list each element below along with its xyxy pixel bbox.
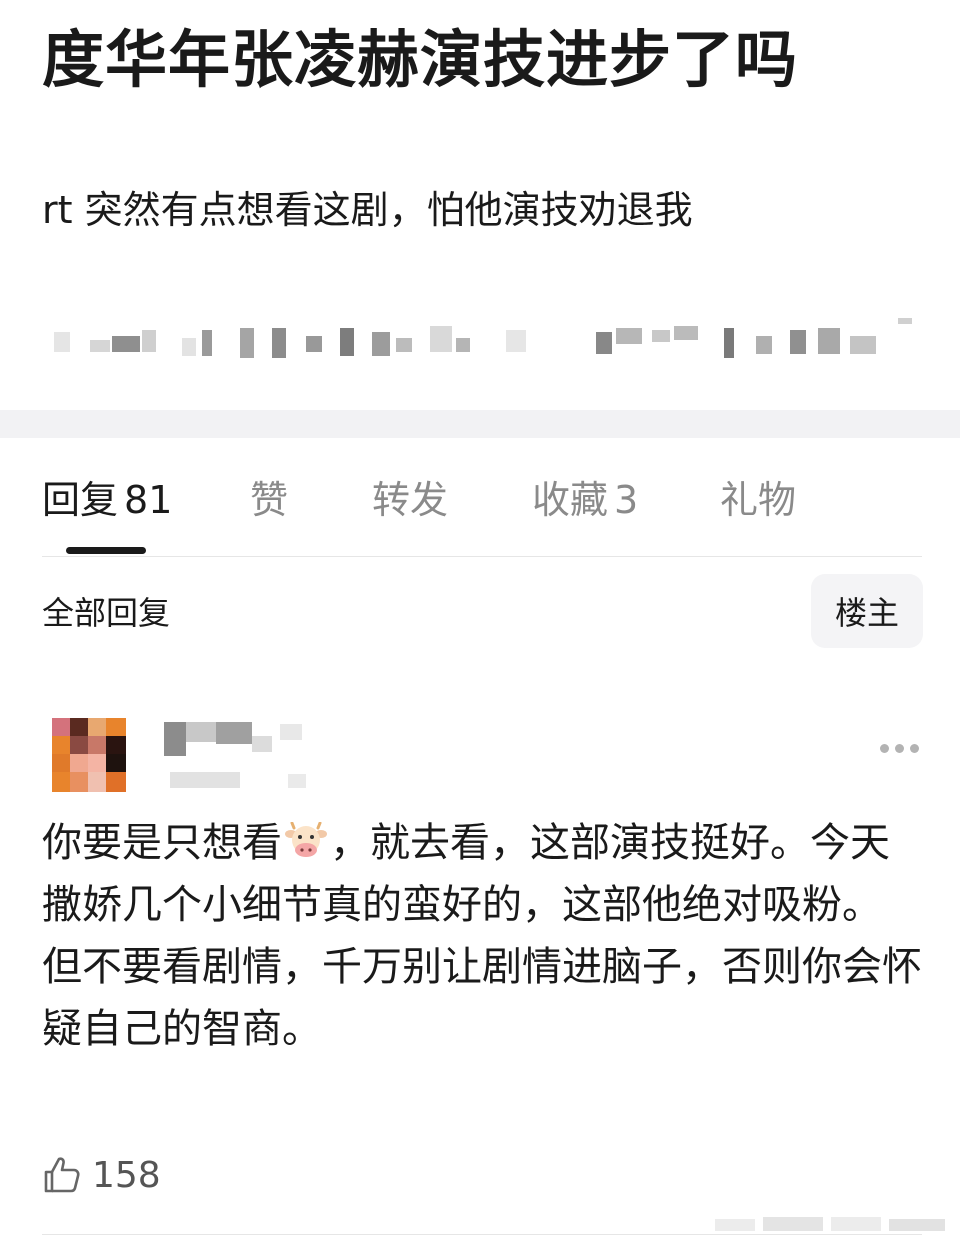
all-replies-label: 全部回复	[42, 594, 171, 632]
tab-reposts-label: 转发	[372, 478, 449, 522]
reply-content: 你要是只想看 ，就去看，这部演技挺好。今天撒娇几个小细节真的蛮好的，这部他绝对吸…	[42, 812, 922, 1060]
thumbs-up-icon	[44, 1157, 80, 1193]
tab-gifts-label: 礼物	[720, 478, 797, 522]
reply-paragraph: 你要是只想看 ，就去看，这部演技挺好。今天撒娇几个小细节真的蛮好的，这部他绝对吸…	[42, 812, 922, 936]
redacted-post-meta	[50, 318, 920, 366]
reply-paragraph: 但不要看剧情，千万别让剧情进脑子，否则你会怀疑自己的智商。	[42, 944, 922, 1052]
tab-replies-count: 81	[124, 478, 173, 522]
tab-likes[interactable]: 赞	[250, 470, 288, 530]
tab-reposts[interactable]: 转发	[372, 470, 448, 530]
avatar[interactable]	[52, 718, 126, 792]
tab-favorites-label: 收藏	[532, 478, 609, 522]
post-body: rt 突然有点想看这剧，怕他演技劝退我	[42, 188, 693, 232]
tab-likes-label: 赞	[250, 478, 289, 522]
post-title: 度华年张凌赫演技进步了吗	[42, 23, 799, 96]
like-count: 158	[92, 1154, 161, 1196]
tab-favorites[interactable]: 收藏 3	[532, 470, 638, 530]
cow-face-icon	[285, 822, 327, 857]
redacted-username	[160, 716, 320, 796]
like-button[interactable]: 158	[42, 1148, 161, 1202]
tab-gifts[interactable]: 礼物	[720, 470, 796, 530]
tabs-divider	[42, 556, 922, 557]
tab-replies[interactable]: 回复 81	[42, 470, 172, 530]
tab-bar: 回复 81 赞 转发 收藏 3 礼物	[0, 470, 960, 530]
reply-text-part: 你要是只想看	[42, 820, 282, 866]
tab-replies-label: 回复	[42, 478, 119, 522]
tab-favorites-count: 3	[614, 478, 639, 522]
section-divider	[0, 410, 960, 438]
more-options-button[interactable]	[872, 730, 928, 766]
op-only-button[interactable]: 楼主	[811, 574, 923, 648]
active-tab-indicator	[66, 547, 146, 554]
watermark	[715, 1213, 950, 1237]
